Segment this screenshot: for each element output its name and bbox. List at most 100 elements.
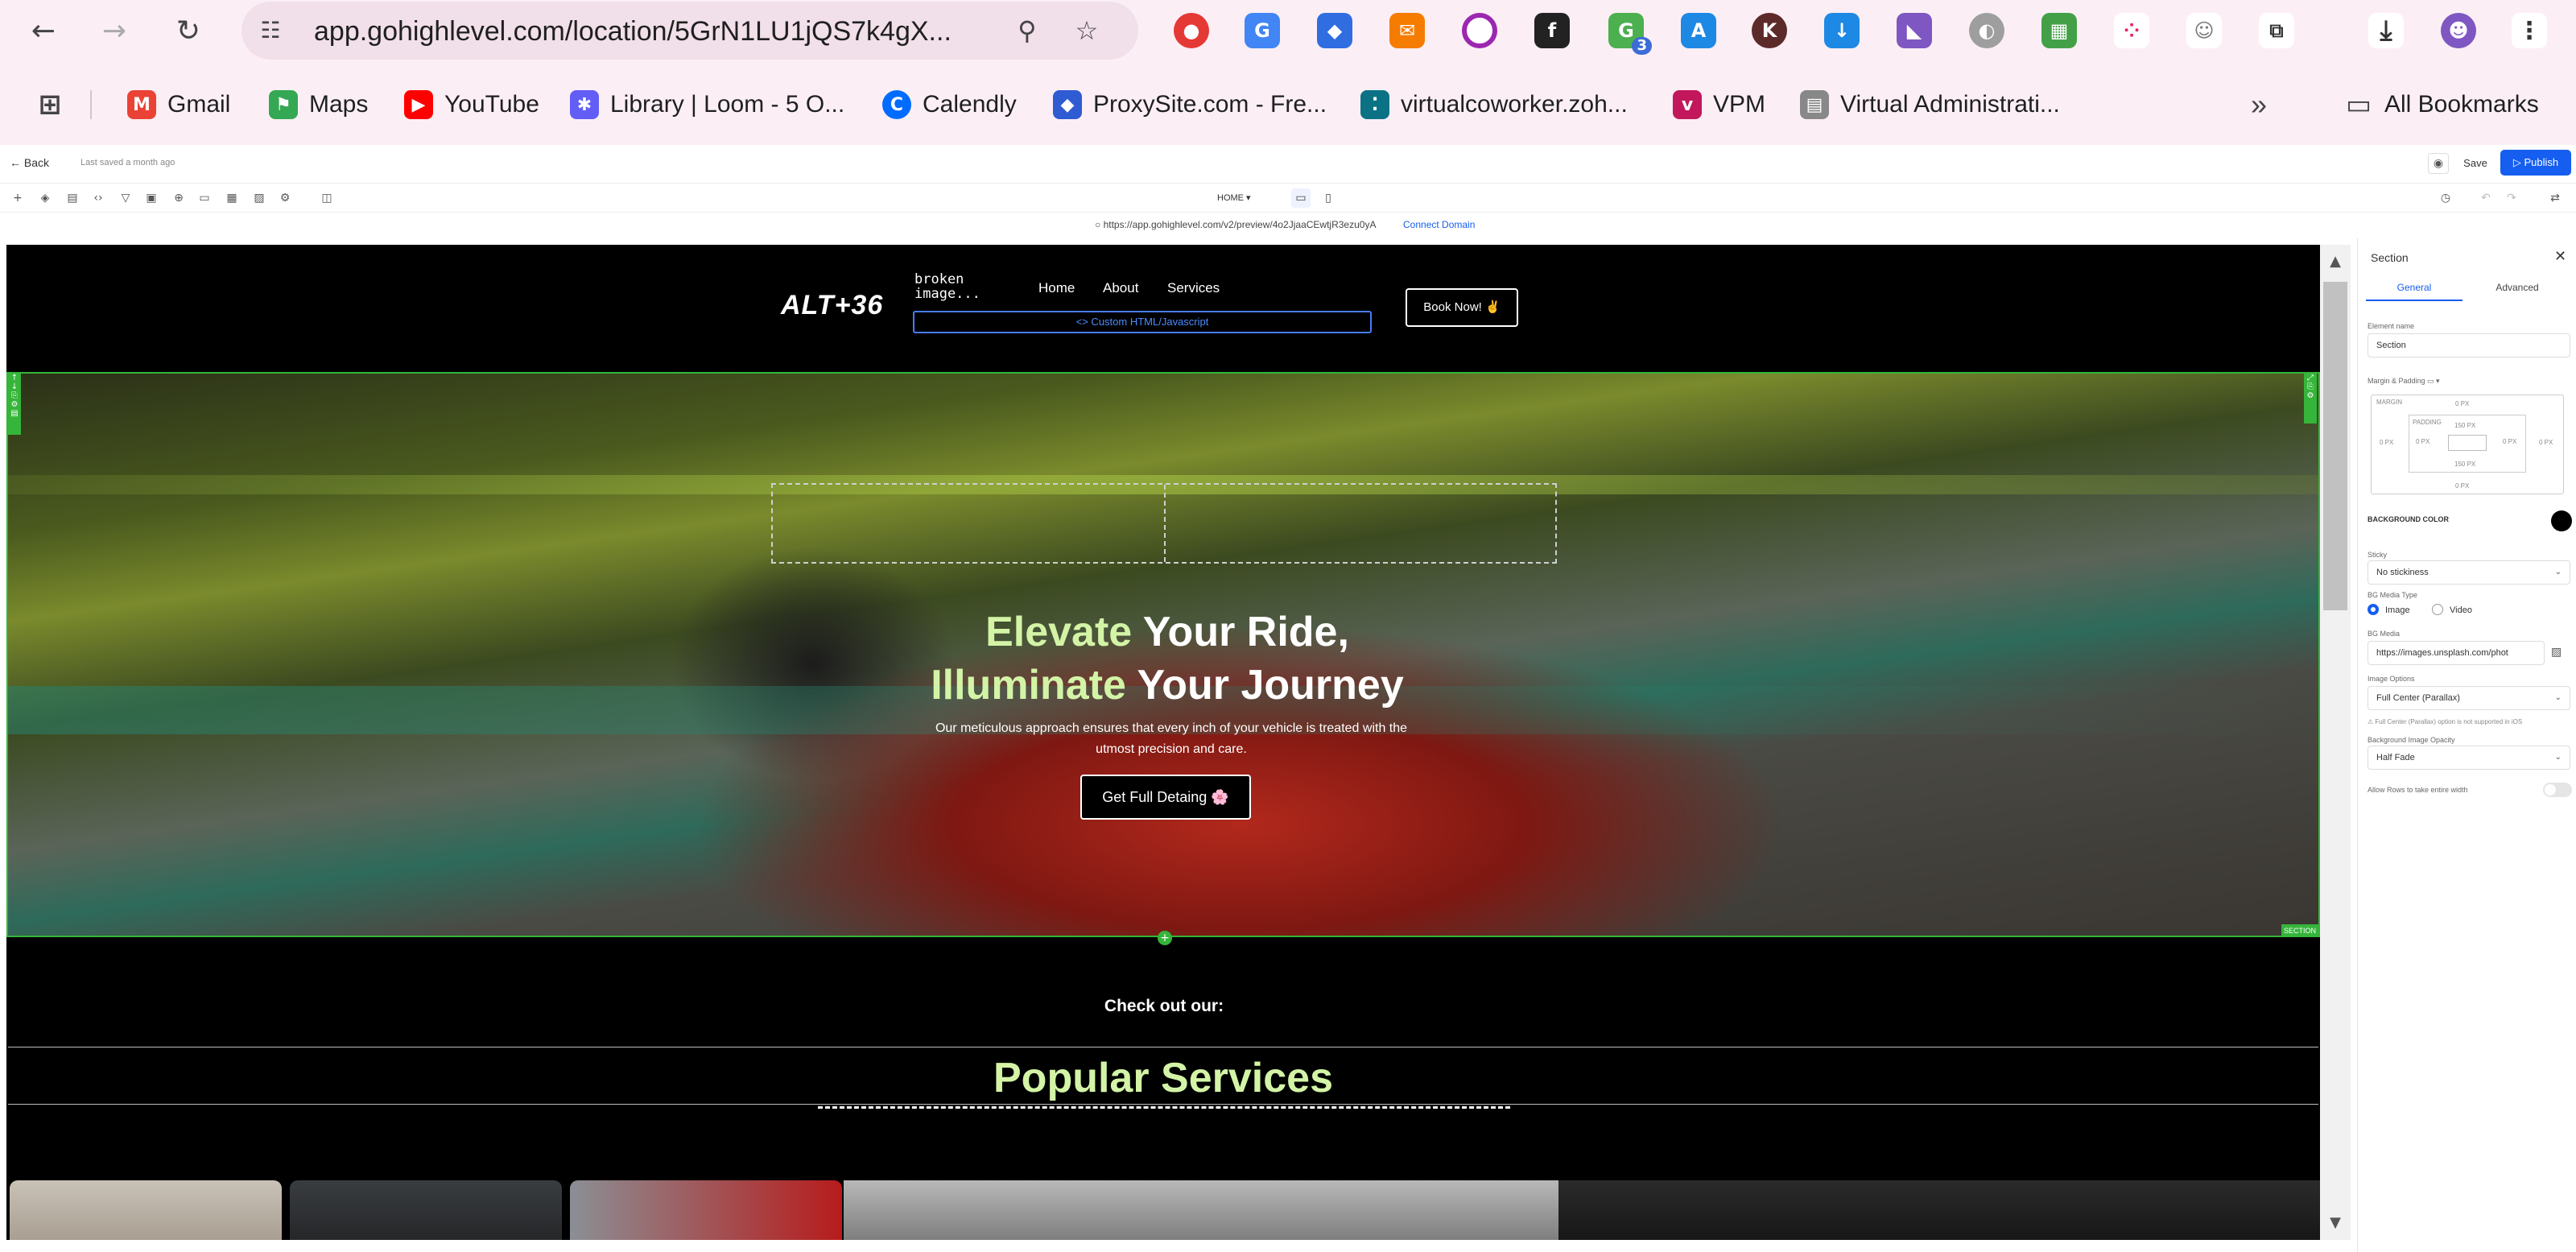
apps-grid-icon[interactable]: ⊞ [35, 87, 76, 122]
padding-top-value[interactable]: 150 PX [2454, 422, 2475, 429]
translate-extension-icon[interactable]: G [1245, 13, 1280, 48]
bg-opacity-select[interactable]: Half Fade ⌄ [2368, 746, 2570, 770]
back-button[interactable]: ← Back [10, 156, 49, 169]
nav-about[interactable]: About [1103, 280, 1138, 296]
forward-arrow-icon[interactable]: → [95, 11, 134, 50]
all-bookmarks[interactable]: ▭ All Bookmarks [2344, 87, 2539, 122]
rows-full-width-toggle[interactable] [2543, 783, 2572, 797]
popular-services-box[interactable]: Popular Services [8, 1047, 2318, 1105]
pages-icon[interactable]: ▤ [64, 190, 80, 206]
margin-top-value[interactable]: 0 PX [2455, 400, 2469, 407]
service-card[interactable] [10, 1180, 282, 1240]
section-left-toolbar[interactable]: ↑ ↓ ⎘ ⚙ ▤ [8, 374, 21, 435]
bookmark-virtual-administrati[interactable]: ▤ Virtual Administrati... [1800, 87, 2060, 122]
pokeball-extension-icon[interactable]: ● [1174, 13, 1209, 48]
tab-advanced[interactable]: Advanced [2469, 282, 2566, 300]
tab-general[interactable]: General [2366, 282, 2462, 301]
bg-color-swatch[interactable] [2551, 510, 2572, 531]
margin-right-value[interactable]: 0 PX [2539, 439, 2558, 446]
bookmark-vpm[interactable]: v VPM [1673, 87, 1765, 122]
bookmark-virtualcoworker[interactable]: ⁚ virtualcoworker.zoh... [1360, 87, 1628, 122]
add-section-plus-icon[interactable]: + [1158, 931, 1172, 945]
element-name-input[interactable]: Section [2368, 333, 2570, 357]
publish-button[interactable]: ▷ Publish [2500, 150, 2571, 176]
media-icon[interactable]: ▦ [224, 190, 240, 206]
shield-extension-icon[interactable]: ◆ [1317, 13, 1352, 48]
puzzle-extensions-icon[interactable]: ⧉ [2259, 13, 2294, 48]
bookmark-proxysite[interactable]: ◆ ProxySite.com - Fre... [1053, 87, 1327, 122]
map-extension-icon[interactable]: ▦ [2041, 13, 2077, 48]
k-extension-icon[interactable]: K [1752, 13, 1787, 48]
hero-title[interactable]: Elevate Your Ride, Illuminate Your Journ… [829, 605, 1505, 712]
preview-eye-icon[interactable]: ◉ [2428, 153, 2449, 174]
broken-image[interactable]: broken image... [914, 272, 995, 304]
book-now-button[interactable]: Book Now! ✌ [1406, 288, 1518, 327]
service-card[interactable] [1558, 1180, 2320, 1240]
back-arrow-icon[interactable]: ← [24, 11, 63, 50]
layers-icon[interactable]: ◈ [37, 190, 53, 206]
download-extension-icon[interactable]: ↓ [1824, 13, 1860, 48]
image-icon[interactable]: ▨ [251, 190, 267, 206]
mobile-view-icon[interactable]: ▯ [1319, 188, 1338, 208]
forms-icon[interactable]: ▣ [143, 190, 159, 206]
color-extension-icon[interactable] [1462, 13, 1497, 48]
scroll-down-icon[interactable]: ▼ [2320, 1214, 2351, 1231]
tracking-icon[interactable]: ▽ [118, 190, 134, 206]
padding-bottom-value[interactable]: 150 PX [2454, 461, 2475, 468]
padding-box[interactable]: PADDING 150 PX 150 PX 0 PX 0 PX [2409, 415, 2526, 473]
empty-row-placeholder[interactable] [771, 483, 1557, 564]
service-card[interactable] [570, 1180, 842, 1240]
close-icon[interactable]: ✕ [2554, 248, 2566, 265]
redo-icon[interactable]: ↷ [2504, 190, 2520, 206]
dots-extension-icon[interactable]: ⁘ [2114, 13, 2149, 48]
robot-extension-icon[interactable]: ☺ [2186, 13, 2222, 48]
add-element-icon[interactable]: + [10, 190, 26, 206]
popup-icon[interactable]: ▭ [196, 190, 213, 206]
integrations-icon[interactable]: ⊕ [171, 190, 187, 206]
zoom-icon[interactable]: ⚲ [1011, 14, 1043, 47]
text-extension-icon[interactable]: A [1681, 13, 1716, 48]
padding-right-value[interactable]: 0 PX [2503, 438, 2520, 445]
more-bookmarks-chevron-icon[interactable]: » [2251, 87, 2267, 122]
bg-media-input[interactable]: https://images.unsplash.com/phot [2368, 641, 2545, 665]
builder-canvas[interactable]: ALT+36 broken image... Home About Servic… [6, 245, 2320, 1240]
check-out-heading[interactable]: Check out our: [972, 997, 1356, 1016]
image-picker-icon[interactable]: ▨ [2551, 646, 2562, 659]
popular-services-title[interactable]: Popular Services [8, 1054, 2318, 1102]
margin-padding-box[interactable]: MARGIN 0 PX 0 PX 0 PX 0 PX PADDING 150 P… [2371, 395, 2564, 494]
save-button[interactable]: Save [2458, 151, 2492, 176]
bookmark-gmail[interactable]: M Gmail [127, 87, 230, 122]
site-header[interactable]: ALT+36 broken image... Home About Servic… [6, 245, 2320, 372]
profile-avatar[interactable]: ☻ [2441, 13, 2476, 48]
nav-home[interactable]: Home [1038, 280, 1075, 296]
site-logo[interactable]: ALT+36 [781, 290, 883, 321]
padding-left-value[interactable]: 0 PX [2416, 438, 2434, 445]
sticky-select[interactable]: No stickiness ⌄ [2368, 560, 2570, 585]
desktop-view-icon[interactable]: ▭ [1291, 188, 1311, 208]
bookmark-calendly[interactable]: C Calendly [882, 87, 1017, 122]
preview-url[interactable]: ○ https://app.gohighlevel.com/v2/preview… [1095, 219, 1376, 230]
canvas-scrollbar[interactable]: ▲ ▼ [2320, 245, 2351, 1240]
address-url[interactable]: app.gohighlevel.com/location/5GrN1LU1jQS… [314, 16, 952, 48]
bookmark-loom[interactable]: ✱ Library | Loom - 5 O... [570, 87, 844, 122]
bg-media-image-radio[interactable] [2368, 604, 2379, 615]
reload-icon[interactable]: ↻ [169, 11, 208, 50]
bookmark-youtube[interactable]: ▶ YouTube [404, 87, 539, 122]
scroll-up-icon[interactable]: ▲ [2320, 253, 2351, 270]
swap-icon[interactable]: ⇄ [2547, 190, 2563, 206]
image-options-select[interactable]: Full Center (Parallax) ⌄ [2368, 686, 2570, 710]
margin-left-value[interactable]: 0 PX [2380, 439, 2399, 446]
grammar-extension-icon[interactable]: G3 [1608, 13, 1652, 55]
messenger-extension-icon[interactable]: ✉ [1389, 13, 1425, 48]
history-icon[interactable]: ◷ [2438, 190, 2454, 206]
sidebar-toggle-icon[interactable]: ◫ [319, 190, 335, 206]
settings-gear-icon[interactable]: ⚙ [277, 190, 293, 206]
section-right-toolbar[interactable]: ⤢ ⎘ ⚙ [2304, 374, 2317, 424]
scroll-thumb[interactable] [2323, 282, 2347, 610]
address-bar[interactable]: ☷ app.gohighlevel.com/location/5GrN1LU1j… [242, 2, 1138, 60]
code-icon[interactable]: ‹› [90, 190, 106, 206]
bookmark-maps[interactable]: ⚑ Maps [269, 87, 368, 122]
downloads-icon[interactable]: ⤓ [2368, 13, 2404, 48]
flag-extension-icon[interactable]: ◣ [1897, 13, 1932, 48]
service-card[interactable] [844, 1180, 1558, 1240]
